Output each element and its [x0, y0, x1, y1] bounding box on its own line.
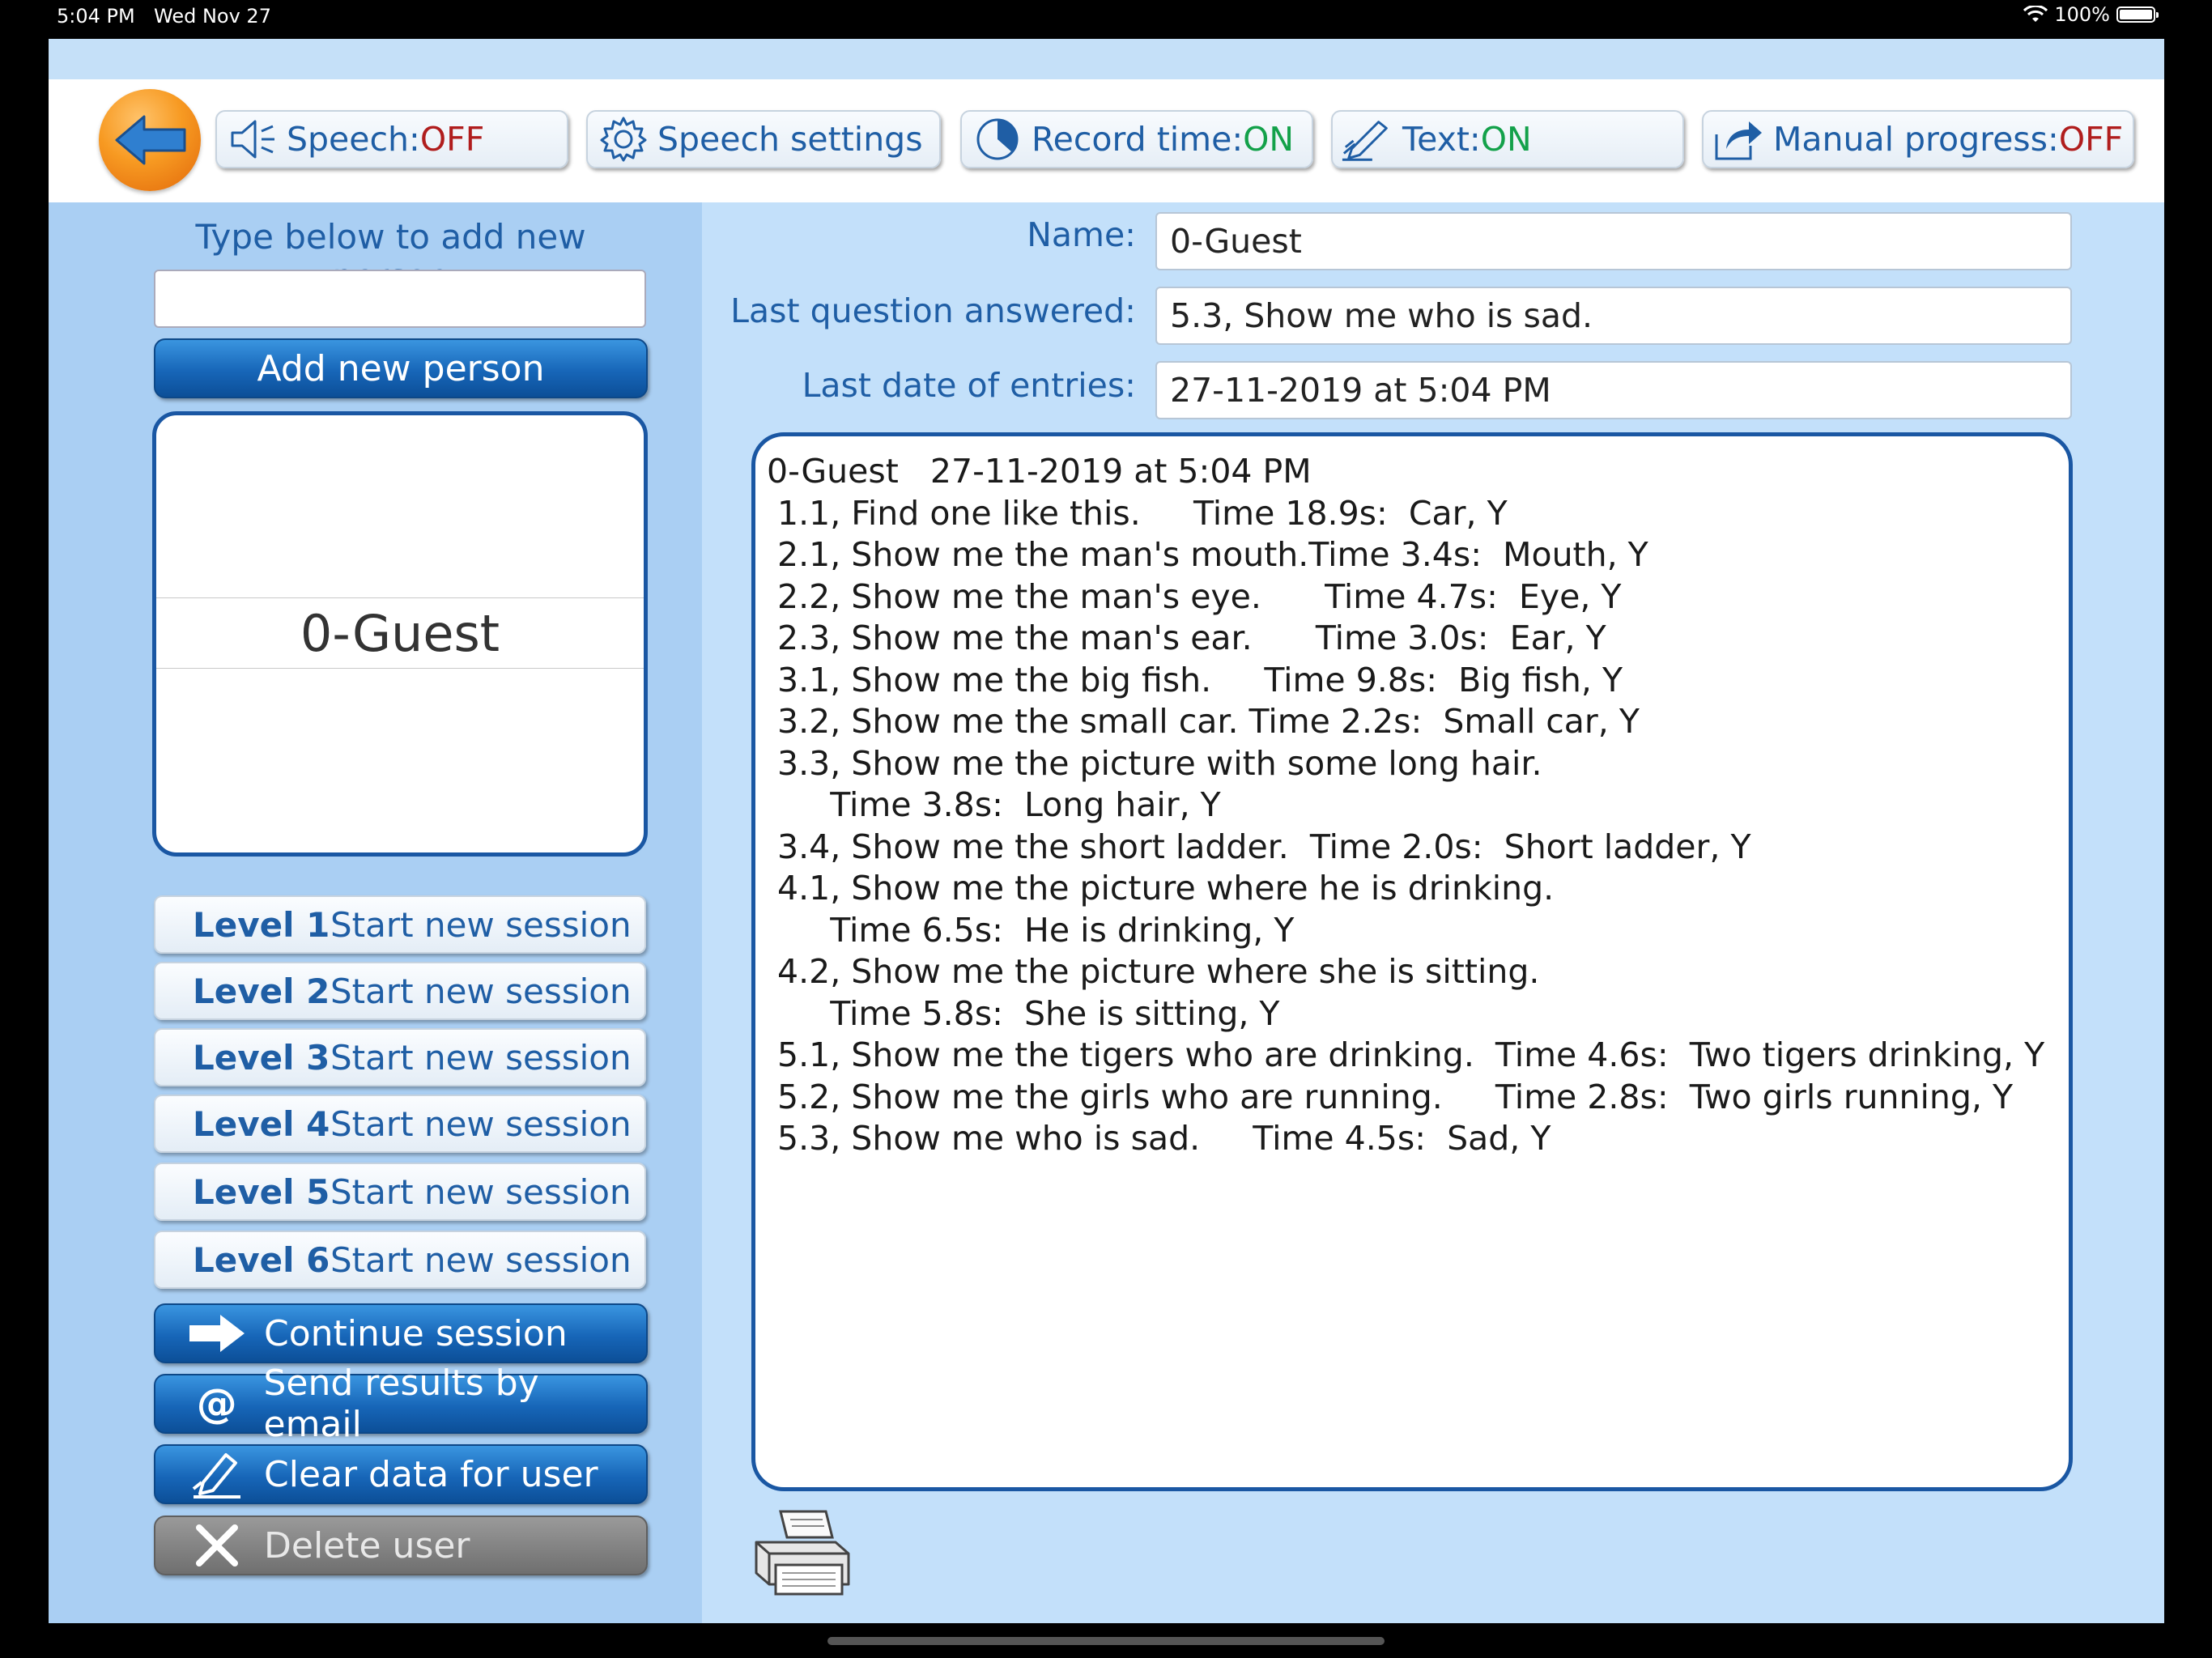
status-date: Wed Nov 27: [154, 5, 271, 28]
last-question-field[interactable]: 5.3, Show me who is sad.: [1155, 287, 2072, 345]
log-line: 5.2, Show me the girls who are running. …: [767, 1077, 2014, 1116]
speech-label: Speech:: [287, 120, 420, 159]
text-value: ON: [1480, 120, 1532, 159]
last-date-field[interactable]: 27-11-2019 at 5:04 PM: [1155, 361, 2072, 419]
person-row-selected[interactable]: 0-Guest: [156, 597, 644, 669]
log-line: 5.3, Show me who is sad. Time 4.5s: Sad,…: [767, 1119, 1551, 1158]
record-time-toggle-button[interactable]: Record time: ON: [960, 110, 1313, 168]
add-person-label: Add new person: [257, 347, 545, 389]
log-line: 2.1, Show me the man's mouth.Time 3.4s: …: [767, 535, 1648, 574]
app-top-strip: [49, 39, 2164, 79]
log-line: 4.2, Show me the picture where she is si…: [767, 952, 1540, 991]
close-icon: [185, 1523, 249, 1568]
wifi-icon: [2023, 6, 2048, 22]
start-session-label: Start new session: [330, 1171, 632, 1212]
level-3-start-button[interactable]: Level 3 Start new session: [154, 1028, 646, 1086]
log-line: 4.1, Show me the picture where he is dri…: [767, 869, 1555, 908]
log-line: 5.1, Show me the tigers who are drinking…: [767, 1035, 2045, 1074]
back-arrow-icon: [115, 115, 186, 165]
gear-icon: [596, 115, 651, 164]
clear-data-label: Clear data for user: [264, 1453, 598, 1495]
log-line: 0-Guest 27-11-2019 at 5:04 PM: [767, 452, 1312, 491]
level-6-start-button[interactable]: Level 6 Start new session: [154, 1231, 646, 1289]
arrow-right-icon: [185, 1313, 249, 1354]
speech-value: OFF: [419, 120, 485, 159]
level-label: Level 3: [193, 1037, 330, 1078]
continue-session-button[interactable]: Continue session: [154, 1303, 648, 1363]
last-question-label: Last question answered:: [730, 291, 1136, 330]
level-label: Level 1: [193, 904, 330, 945]
level-label: Level 5: [193, 1171, 330, 1212]
log-line: 1.1, Find one like this. Time 18.9s: Car…: [767, 493, 1508, 533]
speech-toggle-button[interactable]: Speech: OFF: [215, 110, 568, 168]
record-time-value: ON: [1243, 120, 1295, 159]
start-session-label: Start new session: [330, 1239, 632, 1280]
status-bar: 5:04 PM Wed Nov 27 100%: [0, 0, 2212, 36]
pen-writing-icon: [1341, 115, 1396, 164]
level-4-start-button[interactable]: Level 4 Start new session: [154, 1095, 646, 1153]
text-label: Text:: [1402, 120, 1481, 159]
log-line: Time 3.8s: Long hair, Y: [767, 785, 1221, 824]
last-date-label: Last date of entries:: [802, 366, 1136, 405]
level-label: Level 6: [193, 1239, 330, 1280]
new-person-input[interactable]: [154, 270, 646, 328]
log-line: 3.4, Show me the short ladder. Time 2.0s…: [767, 827, 1751, 866]
results-log[interactable]: 0-Guest 27-11-2019 at 5:04 PM 1.1, Find …: [751, 432, 2073, 1491]
level-5-start-button[interactable]: Level 5 Start new session: [154, 1163, 646, 1221]
battery-icon: [2116, 6, 2159, 23]
level-1-start-button[interactable]: Level 1 Start new session: [154, 895, 646, 954]
level-label: Level 4: [193, 1103, 330, 1144]
home-indicator: [827, 1637, 1385, 1645]
log-line: 3.3, Show me the picture with some long …: [767, 743, 1542, 783]
text-toggle-button[interactable]: Text: ON: [1331, 110, 1684, 168]
name-label: Name:: [1027, 215, 1136, 254]
speech-settings-label: Speech settings: [657, 120, 923, 159]
toolbar: Speech: OFF Speech settings Record time:…: [49, 79, 2164, 202]
add-person-button[interactable]: Add new person: [154, 338, 648, 398]
at-sign-icon: @: [196, 1380, 237, 1427]
start-session-label: Start new session: [330, 1037, 632, 1078]
log-line: 3.2, Show me the small car. Time 2.2s: S…: [767, 702, 1640, 741]
log-line: 3.1, Show me the big fish. Time 9.8s: Bi…: [767, 660, 1623, 699]
eraser-pen-icon: [185, 1450, 249, 1499]
name-field[interactable]: 0-Guest: [1155, 212, 2072, 270]
share-arrow-icon: [1712, 115, 1767, 164]
battery-percent: 100%: [2054, 3, 2110, 26]
level-label: Level 2: [193, 971, 330, 1011]
level-2-start-button[interactable]: Level 2 Start new session: [154, 962, 646, 1020]
continue-session-label: Continue session: [264, 1312, 568, 1354]
start-session-label: Start new session: [330, 904, 632, 945]
app-window: Speech: OFF Speech settings Record time:…: [49, 39, 2164, 1623]
delete-user-button[interactable]: Delete user: [154, 1516, 648, 1575]
status-indicators: 100%: [2023, 3, 2159, 26]
delete-user-label: Delete user: [264, 1524, 470, 1567]
manual-progress-toggle-button[interactable]: Manual progress: OFF: [1702, 110, 2134, 168]
speech-settings-button[interactable]: Speech settings: [586, 110, 941, 168]
status-time: 5:04 PM: [57, 5, 135, 28]
printer-icon[interactable]: [751, 1508, 852, 1601]
speaker-icon: [225, 115, 280, 164]
log-line: 2.2, Show me the man's eye. Time 4.7s: E…: [767, 576, 1622, 616]
start-session-label: Start new session: [330, 971, 632, 1011]
start-session-label: Start new session: [330, 1103, 632, 1144]
send-email-button[interactable]: @ Send results by email: [154, 1363, 648, 1445]
back-button[interactable]: [99, 89, 201, 191]
record-time-label: Record time:: [1032, 120, 1244, 159]
log-line: Time 5.8s: She is sitting, Y: [767, 993, 1280, 1033]
manual-progress-label: Manual progress:: [1773, 120, 2059, 159]
clock-icon: [970, 115, 1025, 164]
log-line: 2.3, Show me the man's ear. Time 3.0s: E…: [767, 619, 1606, 657]
people-list[interactable]: 0-Guest: [152, 411, 648, 857]
send-email-label: Send results by email: [263, 1363, 539, 1445]
manual-progress-value: OFF: [2058, 120, 2124, 159]
clear-data-button[interactable]: Clear data for user: [154, 1444, 648, 1504]
log-line: Time 6.5s: He is drinking, Y: [767, 910, 1295, 950]
